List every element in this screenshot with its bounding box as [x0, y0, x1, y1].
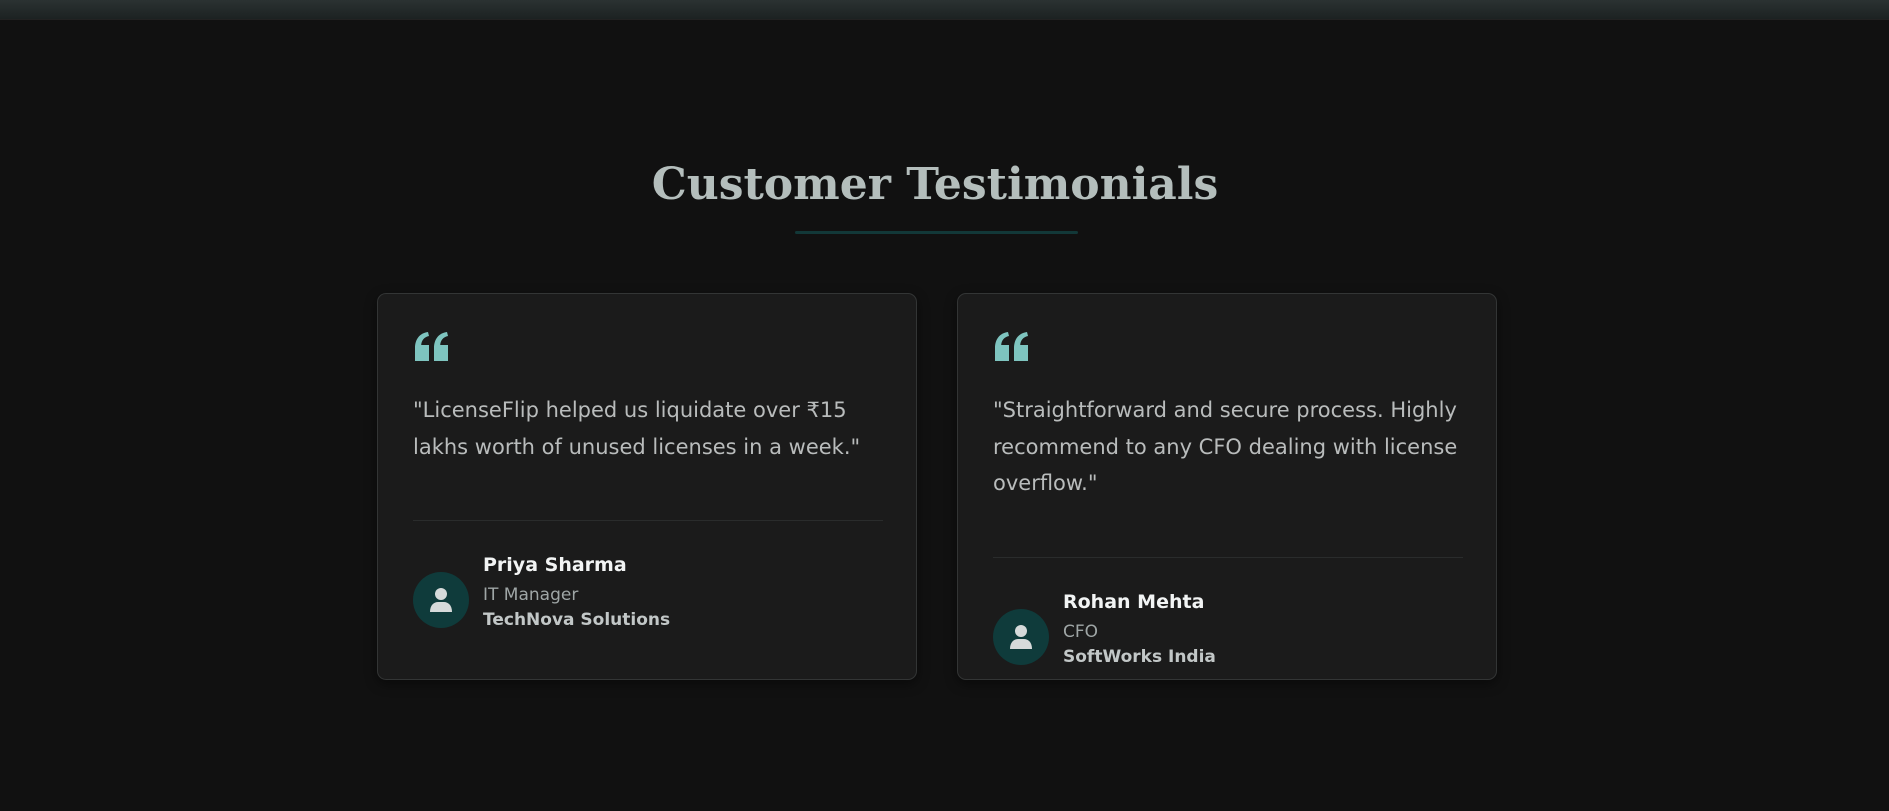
testimonial-author: Priya Sharma IT Manager TechNova Solutio…: [413, 552, 883, 632]
avatar: [993, 609, 1049, 665]
divider: [993, 557, 1463, 558]
divider: [413, 520, 883, 521]
author-role: IT Manager: [483, 585, 579, 605]
author-name: Priya Sharma: [483, 554, 627, 576]
quote-left-icon: [993, 331, 1031, 363]
quote-left-icon: [413, 331, 451, 363]
user-icon: [430, 588, 452, 612]
testimonial-card: "LicenseFlip helped us liquidate over ₹1…: [377, 293, 917, 680]
user-icon: [1010, 625, 1032, 649]
testimonial-card: "Straightforward and secure process. Hig…: [957, 293, 1497, 680]
title-underline: [795, 231, 1078, 234]
avatar: [413, 572, 469, 628]
testimonial-quote: "Straightforward and secure process. Hig…: [993, 398, 1458, 495]
testimonial-author: Rohan Mehta CFO SoftWorks India: [993, 589, 1463, 669]
section-title: Customer Testimonials: [651, 159, 1219, 210]
author-company: SoftWorks India: [1063, 647, 1216, 667]
author-role: CFO: [1063, 622, 1099, 642]
author-company: TechNova Solutions: [483, 610, 671, 630]
top-navigation-bar: [0, 0, 1889, 20]
testimonials-section: Customer Testimonials "LicenseFlip helpe…: [0, 19, 1889, 811]
author-name: Rohan Mehta: [1063, 591, 1205, 613]
testimonial-quote: "LicenseFlip helped us liquidate over ₹1…: [413, 398, 861, 459]
